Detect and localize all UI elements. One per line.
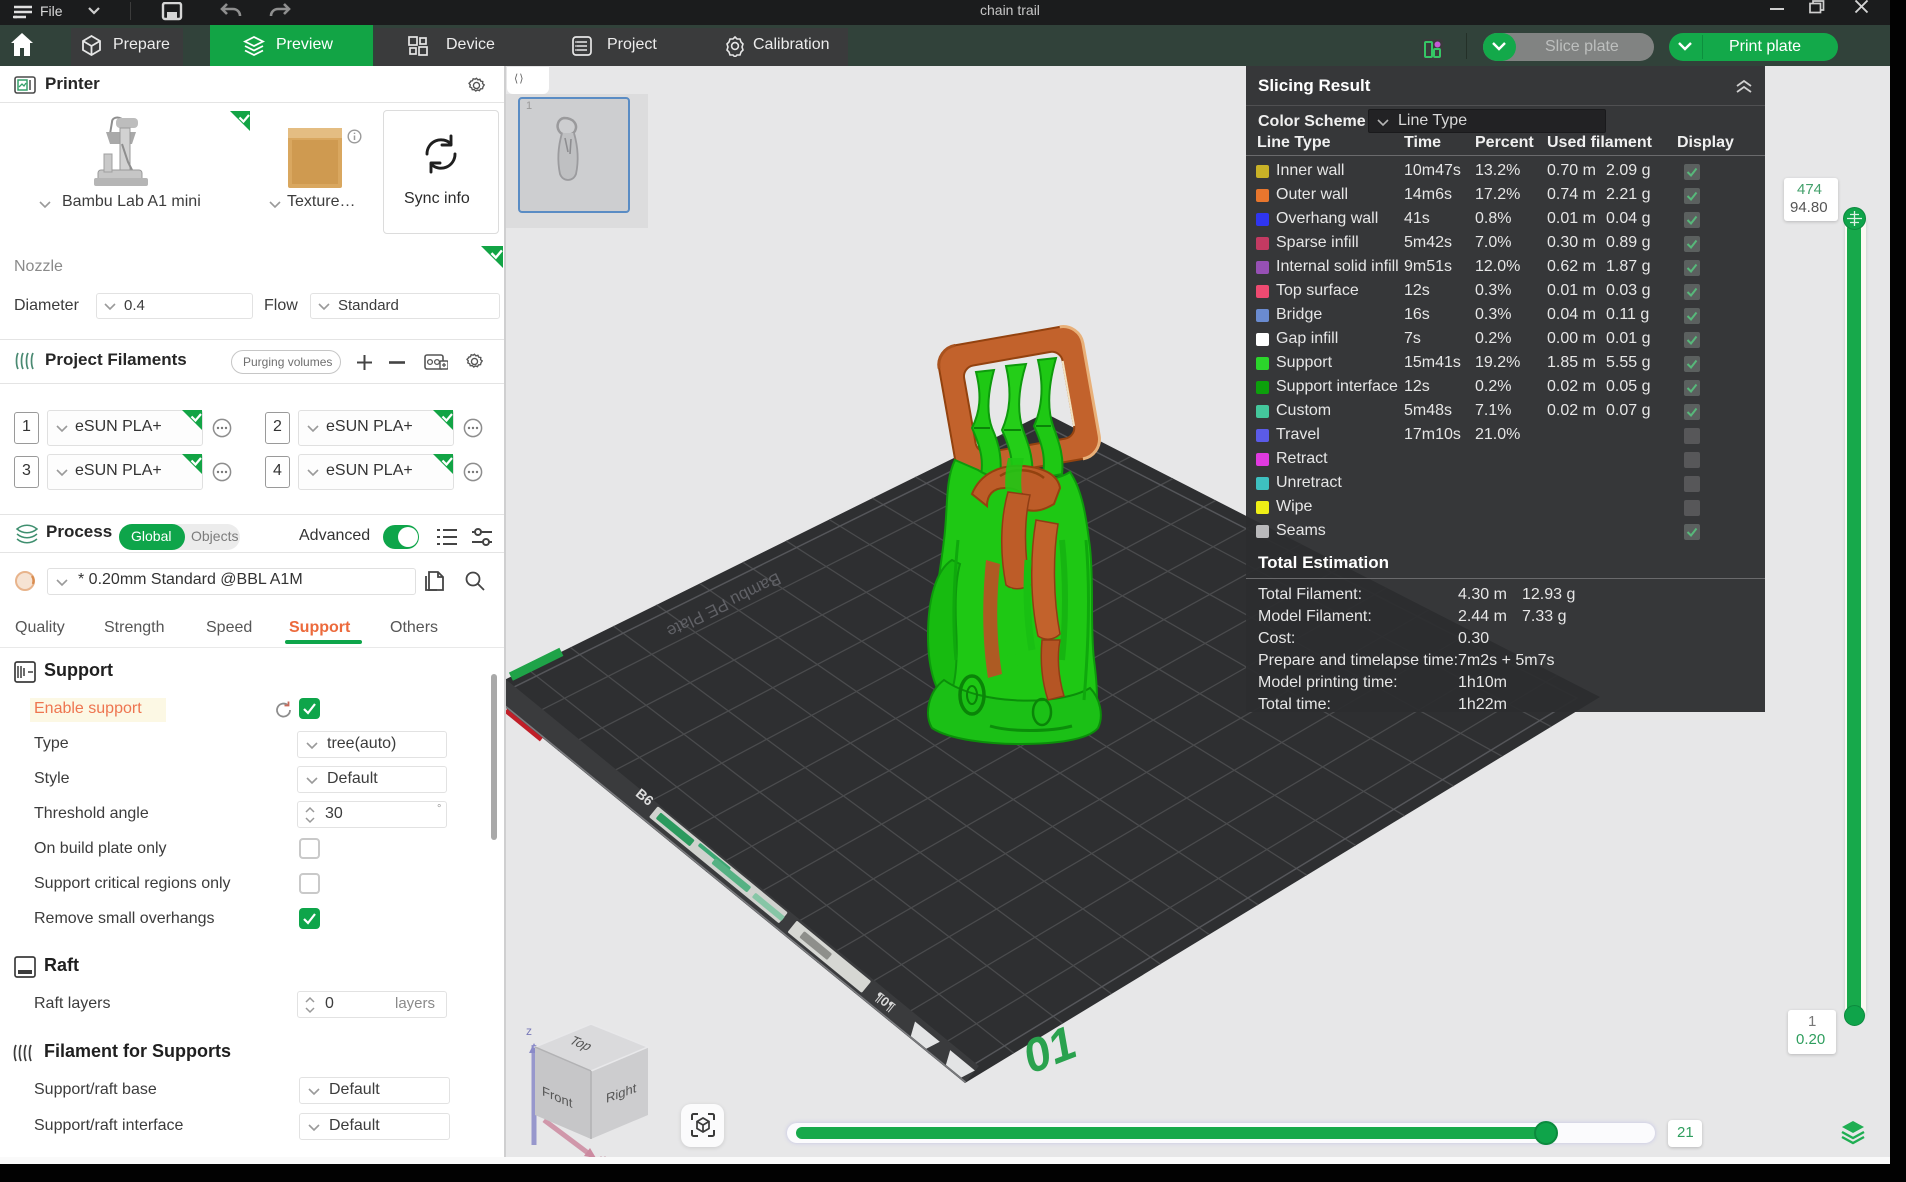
svg-text:z: z — [526, 1024, 532, 1038]
